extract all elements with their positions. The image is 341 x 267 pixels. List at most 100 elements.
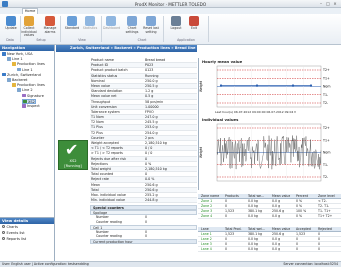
ribbon-group-label: Application: [177, 38, 195, 42]
tree-node-icon: [7, 78, 11, 82]
minimize-icon[interactable]: –: [318, 1, 324, 6]
tree-node-icon: [22, 93, 26, 98]
breadcrumb: Zurich, Switzerland » Backeret » Product…: [56, 45, 197, 57]
ribbon-button-reset-last-setting[interactable]: Reset last setting: [143, 16, 159, 37]
ribbon-button-dashboard[interactable]: Dashboard: [103, 16, 120, 37]
ribbon-button-logout[interactable]: Logout: [168, 16, 184, 37]
table-cell: Lane 4: [201, 247, 212, 251]
reset-icon: [146, 16, 156, 26]
tree-node-icon: [12, 83, 16, 87]
hourly-mean-point: [255, 84, 259, 87]
details-value: 244.8 g: [145, 198, 158, 203]
current-hour-header[interactable]: Current production hour: [90, 238, 197, 244]
table-cell: Zone 4: [201, 214, 213, 218]
view-option-reports[interactable]: Reports list: [2, 237, 26, 242]
statistics-icon: [85, 16, 95, 26]
table-cell: T1+ T2+: [318, 214, 333, 218]
tree-node-icon: [12, 62, 16, 66]
view-details-panel: View details Charts Events list Reports …: [0, 217, 55, 261]
ribbon-button-update[interactable]: Update: [3, 16, 19, 37]
maximize-icon[interactable]: □: [325, 1, 331, 6]
statusbar-server: Server connection: localhost:5254: [283, 262, 338, 266]
view-option-charts[interactable]: Charts: [2, 225, 18, 230]
ribbon-button-collect-individual-values[interactable]: Collect individual values: [21, 16, 37, 37]
y-axis-label: Weight: [199, 80, 203, 92]
radio-icon: [2, 225, 5, 229]
y-axis-label: Weight: [199, 146, 203, 158]
ribbon-divider: [20, 16, 21, 42]
ribbon-button-statistics[interactable]: Statistics: [82, 16, 98, 37]
table-cell: 0.0 g: [272, 214, 281, 218]
window-title: ProdX Monitor · METTLER TOLEDO: [134, 1, 207, 7]
limit-label: T2+: [322, 68, 330, 72]
hourly-mean-point: [309, 84, 313, 87]
navigation-title: Navigation: [0, 45, 54, 51]
details-row: Min. individual value 244.8 g: [90, 198, 197, 204]
device-status-panel[interactable]: ✔ XS2 [Running]: [58, 140, 88, 170]
close-icon[interactable]: ×: [332, 1, 338, 6]
standard-view-icon: [67, 16, 77, 26]
tree-node-icon: [2, 72, 6, 77]
table-row[interactable]: Zone 4 0 0.0 kg 0.0 g 0 % T1+ T2+: [198, 214, 341, 219]
individual-chart-panel: Individual values Weight T2+ T1+ Nom T1- T2-: [198, 116, 341, 190]
limit-label: T2-: [322, 175, 328, 179]
radio-icon: [2, 231, 5, 235]
limit-label: Nom: [323, 85, 330, 89]
alarm-icon: [45, 16, 55, 26]
dashboard-icon: [106, 16, 116, 26]
tree-node-icon: [7, 57, 11, 61]
hourly-mean-point: [219, 84, 223, 87]
ribbon-button-standard[interactable]: Standard: [64, 16, 80, 37]
individual-chart: Weight T2+ T1+ Nom T1- T2-: [199, 123, 330, 182]
statusbar: User: English user | Active configuratio…: [0, 261, 341, 267]
table-row[interactable]: Lane 4 0 0.0 kg 0.0 g 0 0: [198, 247, 341, 252]
hourly-chart-panel: Hourly mean value Weight T2+ T1+ Nom T1- T2- …: [198, 58, 341, 116]
zone-table: Zone name Products Total we... Mean value Pe…: [198, 194, 341, 219]
ribbon-button-exit[interactable]: Exit: [186, 16, 202, 37]
ribbon-divider: [208, 16, 209, 42]
limit-label: Nom: [323, 151, 330, 155]
exit-icon: [189, 16, 199, 26]
ribbon-group-label: Setup: [36, 38, 46, 42]
ribbon-group-label: View: [78, 38, 86, 42]
view-details-title: View details: [0, 218, 54, 224]
special-counters-header[interactable]: Special counters: [90, 204, 197, 210]
limit-label: T1-: [322, 163, 328, 167]
ribbon-button-chart-settings[interactable]: Chart settings: [124, 16, 140, 37]
tree-node-icon: [17, 88, 21, 92]
tree-node-icon: [23, 99, 27, 104]
limit-label: T2-: [322, 101, 328, 105]
table-cell: 0.0 kg: [248, 247, 258, 251]
radio-icon: [2, 237, 5, 241]
last-hour-selector[interactable]: Last hour(s) 06.07.2012 09:00:00 06.07.2…: [215, 110, 296, 114]
details-table: Product name Bread bread Product ID P023 Pro…: [90, 58, 197, 204]
ribbon-divider: [60, 16, 61, 42]
limit-label: T1+: [322, 76, 330, 80]
limit-label: T1+: [322, 138, 330, 142]
chart-settings-icon: [127, 16, 137, 26]
ribbon-group-label: Chart: [137, 38, 147, 42]
table-cell: 0: [225, 214, 228, 218]
ribbon-divider: [163, 16, 164, 42]
ribbon-button-manage-alarms[interactable]: Manage alarms: [42, 16, 58, 37]
table-cell: 0: [296, 247, 299, 251]
statusbar-user: User: English user | Active configuratio…: [2, 262, 89, 266]
tree-node-icon: [2, 52, 6, 56]
lane-table: Lane Total Prod. Total wei... Mean value Acc…: [198, 227, 341, 252]
details-key: Min. individual value: [91, 198, 125, 203]
refresh-icon: [6, 16, 16, 26]
limit-label: T2+: [322, 126, 330, 130]
ribbon: Update Collect individual values Manage al…: [0, 14, 341, 45]
ribbon-group-label: Data: [6, 38, 14, 42]
view-option-events[interactable]: Events list: [2, 231, 25, 236]
logout-icon: [171, 16, 181, 26]
table-cell: 0.0 g: [272, 247, 281, 251]
window-titlebar: ProdX Monitor · METTLER TOLEDO – □ ×: [0, 0, 341, 8]
device-name: XS2: [69, 159, 77, 163]
limit-label: T1-: [322, 93, 328, 97]
ribbon-divider: [101, 16, 102, 42]
tree-node[interactable]: Inspect: [22, 104, 40, 109]
hourly-mean-point: [291, 84, 295, 87]
table-cell: 0.0 kg: [248, 214, 258, 218]
hourly-chart: Weight T2+ T1+ Nom T1- T2-: [199, 65, 330, 108]
